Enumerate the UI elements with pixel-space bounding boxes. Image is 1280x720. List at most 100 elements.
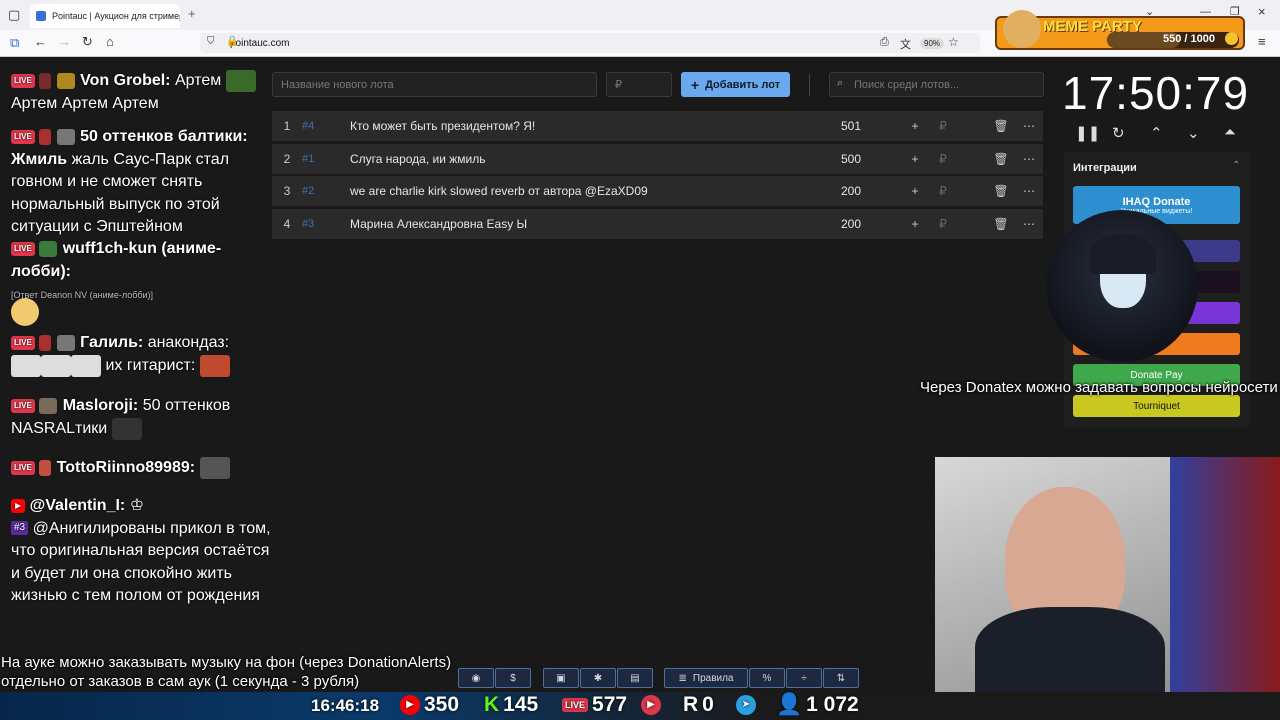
lot-number: 1 <box>283 119 291 133</box>
badge-icon <box>39 397 58 414</box>
add-amount-icon[interactable]: + <box>901 217 929 231</box>
reload-icon[interactable]: ↻ <box>82 34 93 50</box>
youtube-icon: ▶ <box>11 498 26 513</box>
badge-icon <box>39 128 52 145</box>
split-button[interactable]: ÷ <box>786 668 822 688</box>
sidebar-icon[interactable]: ⧉ <box>10 35 19 51</box>
url-bar[interactable]: pointauc.com <box>200 33 980 53</box>
more-icon[interactable]: ⋯ <box>1015 152 1043 166</box>
clear-button[interactable]: ▤ <box>617 668 653 688</box>
close-window-icon[interactable]: × <box>1258 4 1266 19</box>
chat-message: ▶ @Valentin_I: ♔ #3 @Анигилированы прико… <box>11 495 271 608</box>
plus-icon: + <box>690 76 700 93</box>
donatex-overlay: Через Donatex можно задавать вопросы ней… <box>920 379 1278 396</box>
lot-amount[interactable]: 200 <box>841 184 901 198</box>
rumble-icon: R <box>683 693 699 716</box>
chat-message: LIVE wuff1ch-kun (аниме-лобби): [Ответ D… <box>11 238 271 300</box>
chevron-up-icon[interactable]: ⌃ <box>1150 124 1163 142</box>
rules-icon: ≣ <box>678 672 687 684</box>
bug-button[interactable]: ✱ <box>580 668 616 688</box>
donate-button[interactable]: $ <box>495 668 531 688</box>
tab-list-icon[interactable]: ▢ <box>8 7 20 23</box>
save-icon: ▣ <box>556 672 566 684</box>
lot-amount[interactable]: 500 <box>841 152 901 166</box>
url-text: pointauc.com <box>230 37 290 49</box>
trash-icon[interactable]: 🗑 <box>987 152 1015 166</box>
bookmark-star-icon[interactable]: ☆ <box>948 35 959 49</box>
menu-icon[interactable]: ≡ <box>1258 34 1266 49</box>
vtuber-avatar <box>1046 210 1198 362</box>
translate-icon[interactable]: 文 <box>900 36 911 52</box>
lot-amount-input[interactable]: ₽ <box>606 72 672 97</box>
more-icon[interactable]: ⋯ <box>1015 184 1043 198</box>
chat-message: LIVE Von Grobel: Артем Артем Артем Артем <box>11 70 271 115</box>
zoom-badge[interactable]: 90% <box>920 38 945 49</box>
lot-id: #4 <box>302 120 315 132</box>
pause-icon[interactable]: ❚❚ <box>1075 124 1100 142</box>
emote-icon <box>41 354 71 377</box>
forward-icon[interactable]: → <box>58 34 71 49</box>
lot-name[interactable]: Кто может быть президентом? Я! <box>350 119 841 133</box>
github-icon: ◉ <box>471 672 481 684</box>
search-lots-input[interactable]: Поиск среди лотов... <box>829 72 1044 97</box>
lot-amount[interactable]: 501 <box>841 119 901 133</box>
more-icon[interactable]: ⋯ <box>1015 217 1043 231</box>
new-tab-icon[interactable]: + <box>188 6 196 21</box>
ruble-icon[interactable]: ₽ <box>929 119 957 133</box>
chevron-down-icon[interactable]: ⌄ <box>1187 124 1200 142</box>
home-icon[interactable]: ⌂ <box>106 34 114 49</box>
percent-button[interactable]: % <box>749 668 785 688</box>
add-amount-icon[interactable]: + <box>901 152 929 166</box>
ruble-icon[interactable]: ₽ <box>929 217 957 231</box>
reader-icon[interactable]: ⎙ <box>880 36 889 49</box>
trash-icon[interactable]: 🗑 <box>987 184 1015 198</box>
more-icon[interactable]: ⋯ <box>1015 119 1043 133</box>
clock-display: 16:46:18 <box>311 696 380 715</box>
emote-icon <box>11 298 39 326</box>
lot-name[interactable]: we are charlie kirk slowed reverb от авт… <box>350 184 841 198</box>
telegram-stat: ➤ 👤 1 072 <box>736 693 859 717</box>
member-badge: #3 <box>11 521 29 536</box>
reset-icon[interactable]: ↻ <box>1112 124 1125 142</box>
chat-text-bold: Жмиль <box>11 150 68 168</box>
trash-icon[interactable]: 🗑 <box>987 217 1015 231</box>
lot-name[interactable]: Марина Александровна Easy Ы <box>350 217 841 231</box>
add-lot-button[interactable]: + Добавить лот <box>681 72 790 97</box>
double-chevron-up-icon[interactable]: ⏶ <box>1224 124 1236 141</box>
live-badge: LIVE <box>11 129 35 144</box>
kick-icon: K <box>484 693 500 716</box>
music-overlay-line1: На ауке можно заказывать музыку на фон (… <box>1 654 452 671</box>
save-button[interactable]: ▣ <box>543 668 579 688</box>
integration-button[interactable]: Tourniquet <box>1073 395 1240 417</box>
chat-text: Артем <box>174 72 222 90</box>
lot-row: 1 #4 Кто может быть президентом? Я! 501 + ₽ 🗑 ⋯ <box>272 111 1043 141</box>
trash-icon[interactable]: 🗑 <box>987 119 1015 133</box>
chat-username: TottoRiinno89989: <box>56 459 196 477</box>
new-lot-input[interactable]: Название нового лота <box>272 72 597 97</box>
add-amount-icon[interactable]: + <box>901 119 929 133</box>
ruble-icon[interactable]: ₽ <box>929 184 957 198</box>
integration-label: Tourniquet <box>1133 400 1180 412</box>
live-badge: LIVE <box>11 398 35 413</box>
chat-panel: LIVE Von Grobel: Артем Артем Артем Артем… <box>11 70 271 608</box>
rules-label: Правила <box>692 672 734 684</box>
github-button[interactable]: ◉ <box>458 668 494 688</box>
lock-icon: 🔒 <box>226 36 239 47</box>
rules-button[interactable]: ≣ Правила <box>664 668 748 688</box>
ruble-icon[interactable]: ₽ <box>929 152 957 166</box>
sort-button[interactable]: ⇅ <box>823 668 859 688</box>
lot-amount[interactable]: 200 <box>841 217 901 231</box>
back-icon[interactable]: ← <box>34 34 47 49</box>
coin-icon <box>1225 32 1238 45</box>
timer-display: 17:50:79 <box>1062 67 1250 119</box>
collapse-icon[interactable]: ⌃ <box>1232 160 1240 171</box>
kick-count: 145 <box>503 693 539 716</box>
add-amount-icon[interactable]: + <box>901 184 929 198</box>
live-badge: LIVE <box>11 74 35 88</box>
browser-tab[interactable]: Pointauc | Аукцион для стримеров × <box>30 4 180 28</box>
lot-name[interactable]: Слуга народа, ии жмиль <box>350 152 841 166</box>
divider <box>809 74 810 96</box>
badge-icon <box>39 460 52 476</box>
shield-icon[interactable]: ⛉ <box>207 36 215 47</box>
chat-username: Галиль: <box>80 334 144 351</box>
